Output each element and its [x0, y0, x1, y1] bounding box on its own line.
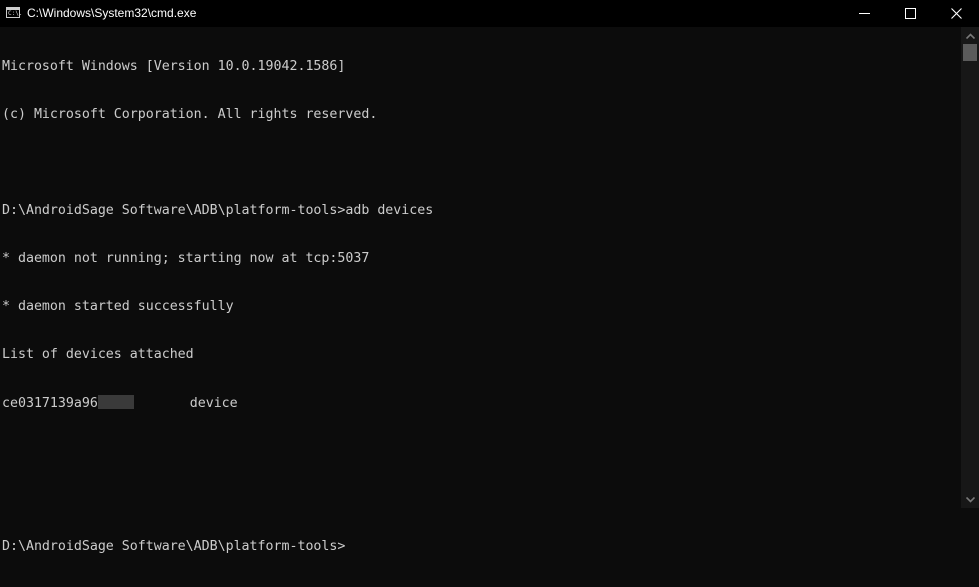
- console-line: * daemon not running; starting now at tc…: [2, 251, 370, 266]
- cmd-icon: C:\.: [6, 7, 23, 18]
- scroll-up-button[interactable]: [961, 27, 979, 44]
- maximize-icon: [904, 8, 916, 19]
- minimize-button[interactable]: [841, 0, 887, 27]
- console-line: D:\AndroidSage Software\ADB\platform-too…: [2, 203, 434, 218]
- console-line: (c) Microsoft Corporation. All rights re…: [2, 107, 378, 122]
- console-line: * daemon started successfully: [2, 299, 234, 314]
- close-button[interactable]: [933, 0, 979, 27]
- console-text: Microsoft Windows [Version 10.0.19042.15…: [2, 27, 433, 587]
- maximize-button[interactable]: [887, 0, 933, 27]
- prompt-line[interactable]: D:\AndroidSage Software\ADB\platform-too…: [2, 539, 433, 555]
- console-line: Microsoft Windows [Version 10.0.19042.15…: [2, 59, 346, 74]
- vertical-scrollbar[interactable]: [961, 27, 979, 508]
- console-line: List of devices attached: [2, 347, 194, 362]
- redacted-serial: [97, 395, 134, 409]
- scrollbar-thumb[interactable]: [963, 44, 977, 61]
- scroll-down-button[interactable]: [961, 491, 979, 508]
- title-bar[interactable]: C:\. C:\Windows\System32\cmd.exe: [0, 0, 979, 27]
- device-row: ce0317139a96 device: [2, 395, 433, 411]
- cmd-icon-text: C:\.: [8, 10, 23, 17]
- minimize-icon: [858, 13, 870, 14]
- chevron-up-icon: [965, 32, 975, 39]
- window-title: C:\Windows\System32\cmd.exe: [27, 6, 197, 20]
- close-icon: [950, 8, 962, 19]
- device-serial: ce0317139a96: [2, 396, 98, 411]
- console-output[interactable]: Microsoft Windows [Version 10.0.19042.15…: [0, 27, 961, 554]
- device-state: device: [189, 396, 238, 411]
- chevron-down-icon: [965, 496, 975, 503]
